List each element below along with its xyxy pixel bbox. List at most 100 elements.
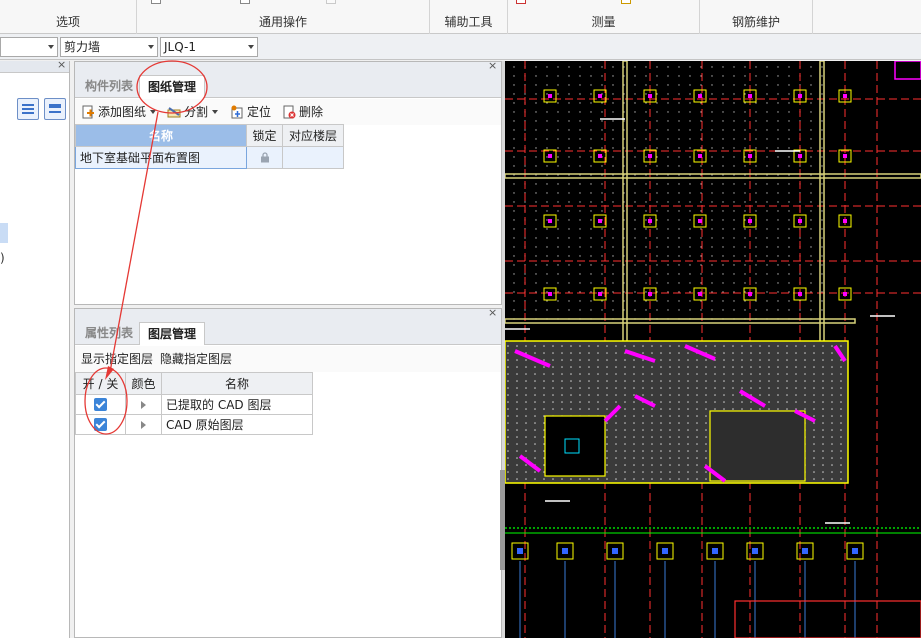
cad-hatch-dot xyxy=(568,309,570,311)
cad-drawing[interactable] xyxy=(505,61,921,638)
cad-slab-hatch xyxy=(696,478,698,480)
ribbon-tool-icon[interactable] xyxy=(239,0,250,4)
cad-hatch-dot xyxy=(821,192,823,194)
cad-hatch-dot xyxy=(656,291,658,293)
cad-slab-hatch xyxy=(813,478,815,480)
cad-slab-hatch xyxy=(768,352,770,354)
cad-hatch-dot xyxy=(755,300,757,302)
cad-hatch-dot xyxy=(722,237,724,239)
cad-slab-hatch xyxy=(615,415,617,417)
cad-slab-hatch xyxy=(669,415,671,417)
cad-slab-hatch xyxy=(561,387,563,389)
cad-hatch-dot xyxy=(579,111,581,113)
expand-arrow-icon[interactable] xyxy=(141,400,146,409)
expand-arrow-icon[interactable] xyxy=(141,420,146,429)
column-header-floor[interactable]: 对应楼层 xyxy=(282,124,344,147)
cad-slab-hatch xyxy=(543,380,545,382)
cad-slab-hatch xyxy=(516,450,518,452)
close-icon[interactable]: × xyxy=(488,307,497,319)
cad-hatch-dot xyxy=(568,111,570,113)
cad-slab-hatch xyxy=(570,380,572,382)
ribbon-group-measure: 测量 xyxy=(508,0,700,34)
hide-layer-button[interactable]: 隐藏指定图层 xyxy=(160,350,232,368)
list-view-button[interactable] xyxy=(17,98,39,120)
cad-slab-hatch xyxy=(795,373,797,375)
layer-color-cell[interactable] xyxy=(125,414,162,435)
cad-slab-hatch xyxy=(723,373,725,375)
cad-slab-hatch xyxy=(831,352,833,354)
selected-tree-item[interactable] xyxy=(0,223,8,243)
cad-slab-hatch xyxy=(624,408,626,410)
checkbox-checked-icon[interactable] xyxy=(94,397,107,411)
cad-hatch-dot xyxy=(700,255,702,257)
column-header-name[interactable]: 名称 xyxy=(75,124,247,147)
component-type-select[interactable]: 剪力墙 xyxy=(60,37,158,57)
cad-hatch-dot xyxy=(634,129,636,131)
cad-hatch-dot xyxy=(766,219,768,221)
grid-view-button[interactable] xyxy=(44,98,66,120)
cad-canvas[interactable] xyxy=(505,61,921,638)
column-header-color[interactable]: 颜色 xyxy=(125,372,162,395)
cad-hatch-dot xyxy=(645,138,647,140)
cad-slab-hatch xyxy=(795,359,797,361)
ribbon-tool-icon[interactable] xyxy=(516,0,526,4)
cad-slab-hatch xyxy=(615,478,617,480)
lock-cell[interactable] xyxy=(246,146,283,169)
column-header-layer-name[interactable]: 名称 xyxy=(161,372,313,395)
cad-slab-hatch xyxy=(552,352,554,354)
component-name-select[interactable]: JLQ-1 xyxy=(160,37,258,57)
cad-hatch-dot xyxy=(601,228,603,230)
cad-hatch-dot xyxy=(634,120,636,122)
cad-slab-hatch xyxy=(669,394,671,396)
drawing-name-cell[interactable]: 地下室基础平面布置图 xyxy=(75,146,247,169)
cad-hatch-dot xyxy=(656,120,658,122)
cad-hatch-dot xyxy=(546,66,548,68)
cad-hatch-dot xyxy=(513,66,515,68)
layer-toggle-cell[interactable] xyxy=(75,414,126,435)
add-drawing-button[interactable]: 添加图纸 xyxy=(81,103,157,121)
table-row[interactable]: 已提取的 CAD 图层 xyxy=(75,394,313,415)
table-row[interactable]: CAD 原始图层 xyxy=(75,414,313,435)
cad-slab-hatch xyxy=(813,429,815,431)
show-layer-button[interactable]: 显示指定图层 xyxy=(81,350,153,368)
layer-name-cell[interactable]: CAD 原始图层 xyxy=(161,414,313,435)
tab-component-list[interactable]: 构件列表 xyxy=(77,75,141,98)
cad-slab-hatch xyxy=(579,373,581,375)
floor-select[interactable] xyxy=(0,37,58,57)
cad-slab-hatch xyxy=(678,394,680,396)
cad-slab-hatch xyxy=(642,387,644,389)
layer-name-cell[interactable]: 已提取的 CAD 图层 xyxy=(161,394,313,415)
cad-slab-hatch xyxy=(687,422,689,424)
checkbox-checked-icon[interactable] xyxy=(94,417,107,431)
cad-hatch-dot xyxy=(689,102,691,104)
tab-layer-manager[interactable]: 图层管理 xyxy=(139,322,206,345)
ribbon-tool-icon[interactable] xyxy=(620,0,631,4)
cad-beam xyxy=(505,173,921,179)
cad-hatch-dot xyxy=(535,75,537,77)
tab-drawing-manager[interactable]: 图纸管理 xyxy=(139,75,206,98)
lock-icon[interactable] xyxy=(260,151,270,165)
cad-hatch-dot xyxy=(557,120,559,122)
cad-hatch-dot xyxy=(766,75,768,77)
close-icon[interactable]: × xyxy=(57,59,66,71)
split-button[interactable]: 分割 xyxy=(167,103,219,121)
column-header-toggle[interactable]: 开 / 关 xyxy=(75,372,126,395)
delete-button[interactable]: 删除 xyxy=(282,103,323,121)
cad-hatch-dot xyxy=(557,219,559,221)
ribbon-tool-icon[interactable] xyxy=(151,0,161,4)
cad-slab-hatch xyxy=(750,366,752,368)
tab-property-list[interactable]: 属性列表 xyxy=(77,322,141,345)
locate-button[interactable]: 定位 xyxy=(230,103,271,121)
floor-cell[interactable] xyxy=(282,146,344,169)
layer-toggle-cell[interactable] xyxy=(75,394,126,415)
table-row[interactable]: 地下室基础平面布置图 xyxy=(75,146,344,169)
cad-pile xyxy=(852,548,858,554)
ribbon-group-label: 选项 xyxy=(55,15,80,29)
close-icon[interactable]: × xyxy=(488,60,497,72)
column-header-lock[interactable]: 锁定 xyxy=(246,124,283,147)
layer-color-cell[interactable] xyxy=(125,394,162,415)
ribbon-tool-icon[interactable] xyxy=(326,0,336,4)
cad-hatch-dot xyxy=(733,84,735,86)
cad-hatch-dot xyxy=(656,129,658,131)
cad-slab-hatch xyxy=(831,478,833,480)
